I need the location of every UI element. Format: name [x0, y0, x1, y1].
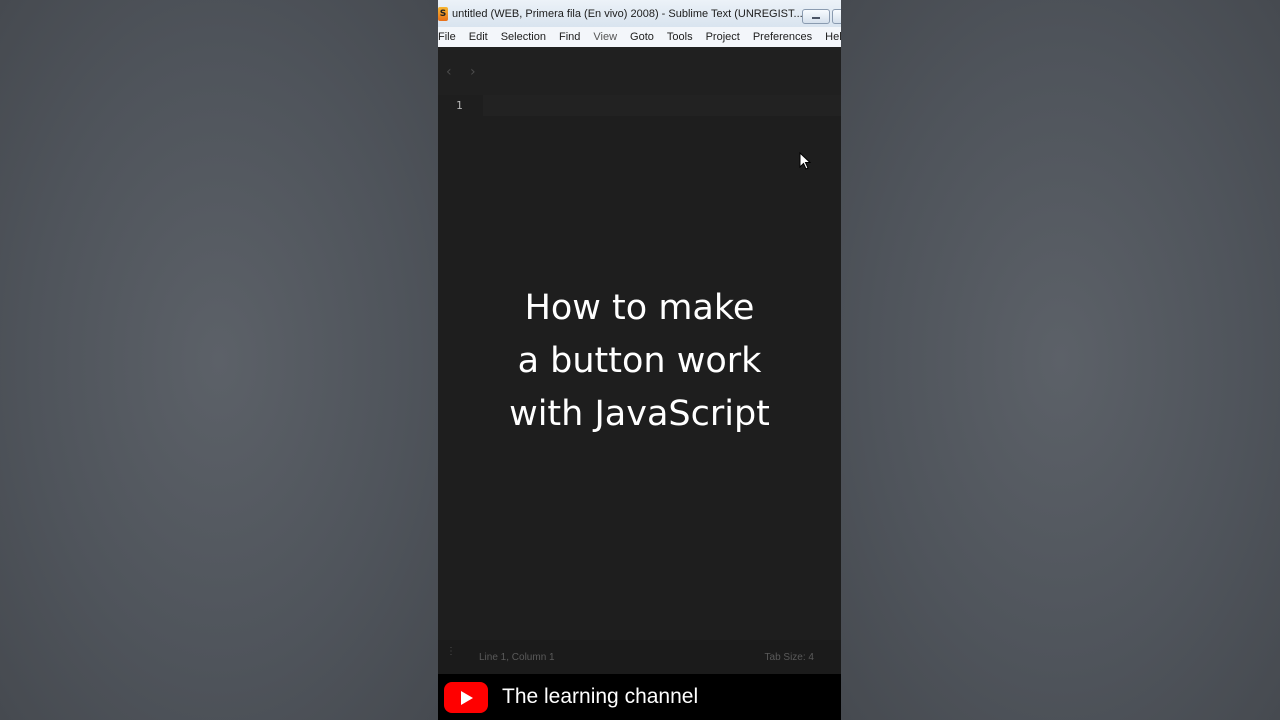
menu-tools[interactable]: Tools — [667, 31, 693, 43]
background-right — [841, 0, 1280, 720]
menu-file[interactable]: File — [438, 31, 456, 43]
menu-goto[interactable]: Goto — [630, 31, 654, 43]
tab-size-selector[interactable]: Tab Size: 4 — [765, 652, 814, 663]
menu-preferences[interactable]: Preferences — [753, 31, 812, 43]
status-grip-icon[interactable]: ⋮ — [446, 647, 456, 657]
status-bar: ⋮ Line 1, Column 1 Tab Size: 4 — [438, 640, 841, 674]
menu-edit[interactable]: Edit — [469, 31, 488, 43]
background-left — [0, 0, 438, 720]
sublime-app-icon: S — [438, 6, 448, 21]
channel-bar: The learning channel — [438, 674, 841, 720]
menu-bar: File Edit Selection Find View Goto Tools… — [438, 27, 841, 47]
window-titlebar: S untitled (WEB, Primera fila (En vivo) … — [438, 0, 841, 27]
tab-strip: ‹ › — [438, 47, 841, 95]
overlay-line-2: a button work — [517, 341, 762, 381]
video-frame: S untitled (WEB, Primera fila (En vivo) … — [438, 0, 841, 720]
window-title: untitled (WEB, Primera fila (En vivo) 20… — [452, 7, 803, 20]
overlay-line-3: with JavaScript — [509, 394, 770, 434]
menu-help[interactable]: Hel — [825, 31, 841, 43]
menu-selection[interactable]: Selection — [501, 31, 546, 43]
minimize-button[interactable] — [802, 9, 830, 24]
overlay-line-1: How to make — [524, 288, 755, 328]
current-line-highlight — [483, 95, 841, 116]
maximize-button[interactable] — [832, 9, 841, 24]
channel-name[interactable]: The learning channel — [502, 685, 698, 709]
menu-project[interactable]: Project — [706, 31, 740, 43]
line-number: 1 — [456, 99, 463, 112]
chevron-right-icon[interactable]: › — [470, 64, 476, 80]
menu-find[interactable]: Find — [559, 31, 580, 43]
chevron-left-icon[interactable]: ‹ — [446, 64, 452, 80]
youtube-logo-icon — [444, 681, 488, 713]
menu-view[interactable]: View — [593, 31, 617, 43]
video-title-overlay: How to make a button work with JavaScrip… — [438, 282, 841, 441]
mouse-pointer-icon — [799, 152, 811, 170]
cursor-position: Line 1, Column 1 — [479, 652, 555, 663]
